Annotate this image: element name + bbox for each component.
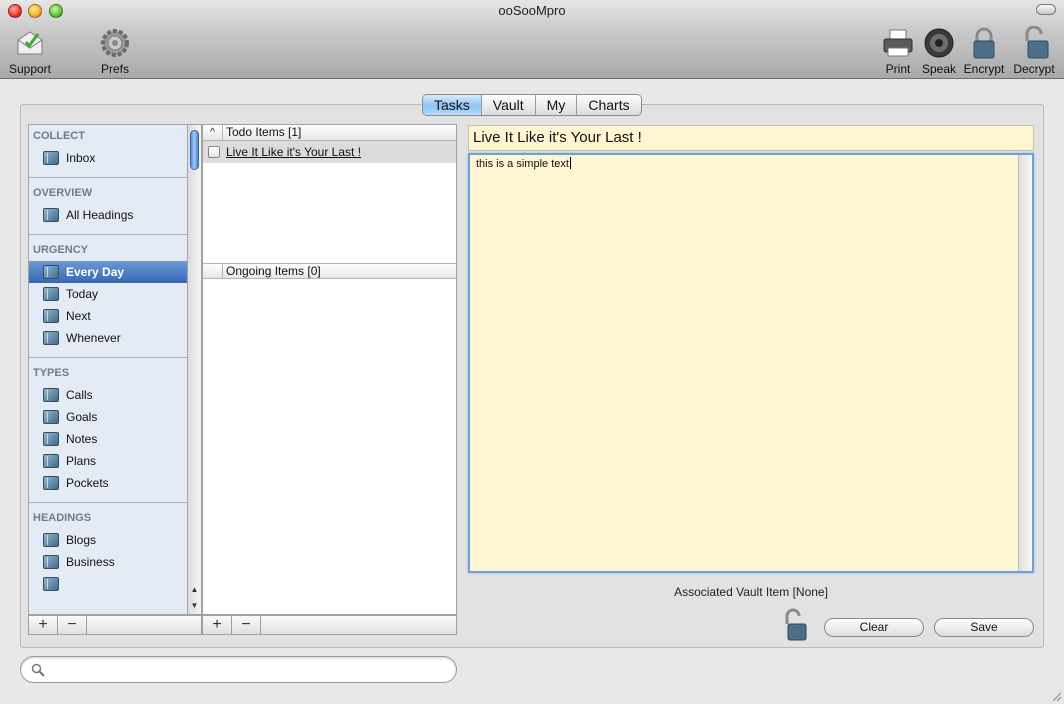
divider — [29, 177, 187, 178]
notebook-icon — [43, 533, 59, 547]
add-task-button[interactable]: + — [203, 616, 232, 634]
notebook-icon — [43, 555, 59, 569]
decrypt-button[interactable]: Decrypt — [1011, 25, 1057, 76]
tasklist-bottom-bar: + − — [202, 615, 457, 635]
sidebar-item-calls[interactable]: Calls — [29, 384, 187, 406]
divider — [29, 502, 187, 503]
scroll-down-arrow-icon[interactable]: ▼ — [188, 599, 201, 612]
notebook-icon — [43, 454, 59, 468]
notebook-icon — [43, 151, 59, 165]
sidebar-scrollbar[interactable]: ▲ ▼ — [188, 124, 202, 615]
save-button[interactable]: Save — [934, 618, 1034, 637]
lock-closed-icon — [966, 26, 1002, 60]
group-header-headings: HEADINGS — [33, 512, 92, 524]
printer-icon — [880, 26, 916, 60]
group-header-types: TYPES — [33, 367, 70, 379]
notebook-icon — [43, 476, 59, 490]
todo-header[interactable]: ^ Todo Items [1] — [203, 125, 456, 141]
notebook-icon — [43, 388, 59, 402]
list-item[interactable]: Live It Like it's Your Last ! — [203, 141, 456, 163]
notebook-icon — [43, 432, 59, 446]
sidebar-item-pockets[interactable]: Pockets — [29, 472, 187, 494]
notebook-icon — [43, 265, 59, 279]
sidebar-item-notes[interactable]: Notes — [29, 428, 187, 450]
sidebar-item-inbox[interactable]: Inbox — [29, 147, 187, 169]
remove-task-button[interactable]: − — [232, 616, 261, 634]
vault-lock-icon[interactable] — [782, 608, 808, 642]
speak-button[interactable]: Speak — [920, 26, 958, 76]
associated-vault-label: Associated Vault Item [None] — [674, 585, 828, 599]
ongoing-header[interactable]: Ongoing Items [0] — [203, 263, 456, 279]
sidebar-item-whenever[interactable]: Whenever — [29, 327, 187, 349]
print-button[interactable]: Print — [880, 26, 916, 76]
tab-charts[interactable]: Charts — [577, 95, 640, 115]
note-scrollbar[interactable] — [1018, 155, 1032, 571]
resize-grip-icon[interactable] — [1050, 690, 1062, 702]
sidebar-item-partial[interactable] — [29, 573, 187, 595]
encrypt-button[interactable]: Encrypt — [962, 26, 1006, 76]
notebook-icon — [43, 331, 59, 345]
speaker-icon — [921, 26, 957, 60]
clear-button[interactable]: Clear — [824, 618, 924, 637]
note-body-text: this is a simple text — [476, 158, 569, 170]
sidebar: COLLECT Inbox OVERVIEW All Headings URGE… — [28, 124, 188, 615]
scrollbar-thumb[interactable] — [190, 130, 199, 170]
divider — [29, 234, 187, 235]
search-input[interactable] — [51, 661, 446, 679]
tab-vault[interactable]: Vault — [482, 95, 536, 115]
view-tabs: Tasks Vault My Charts — [422, 94, 642, 116]
notebook-icon — [43, 208, 59, 222]
sidebar-item-all-headings[interactable]: All Headings — [29, 204, 187, 226]
sort-caret-icon[interactable]: ^ — [203, 125, 223, 140]
notebook-icon — [43, 410, 59, 424]
task-list: ^ Todo Items [1] Live It Like it's Your … — [202, 124, 457, 615]
search-field[interactable] — [20, 656, 457, 683]
tab-my[interactable]: My — [536, 95, 578, 115]
task-checkbox[interactable] — [208, 146, 220, 158]
scroll-up-arrow-icon[interactable]: ▲ — [188, 583, 201, 596]
note-body-editor[interactable]: this is a simple text — [468, 153, 1034, 573]
sidebar-item-next[interactable]: Next — [29, 305, 187, 327]
window-title: ooSooMpro — [498, 3, 566, 18]
divider — [29, 357, 187, 358]
group-header-overview: OVERVIEW — [33, 187, 93, 199]
tab-tasks[interactable]: Tasks — [423, 95, 482, 115]
sidebar-item-goals[interactable]: Goals — [29, 406, 187, 428]
add-category-button[interactable]: + — [29, 616, 58, 634]
sidebar-item-business[interactable]: Business — [29, 551, 187, 573]
sidebar-item-every-day[interactable]: Every Day — [29, 261, 187, 283]
sidebar-item-plans[interactable]: Plans — [29, 450, 187, 472]
sidebar-item-blogs[interactable]: Blogs — [29, 529, 187, 551]
column-spacer — [203, 264, 223, 279]
gear-icon — [97, 26, 133, 60]
notebook-icon — [43, 309, 59, 323]
prefs-button[interactable]: Prefs — [96, 26, 134, 76]
sidebar-bottom-bar: + − — [28, 615, 202, 635]
remove-category-button[interactable]: − — [58, 616, 87, 634]
support-icon — [12, 26, 48, 60]
notebook-icon — [43, 577, 59, 591]
window-toolbar: ooSooMpro Support Prefs Print Speak Encr… — [0, 0, 1064, 79]
group-header-urgency: URGENCY — [33, 244, 89, 256]
search-icon — [31, 663, 45, 677]
sidebar-item-today[interactable]: Today — [29, 283, 187, 305]
note-title-field[interactable]: Live It Like it's Your Last ! — [468, 125, 1034, 151]
group-header-collect: COLLECT — [33, 130, 85, 142]
notebook-icon — [43, 287, 59, 301]
toolbar-toggle-button[interactable] — [1036, 4, 1056, 15]
lock-open-icon — [1016, 25, 1052, 60]
support-button[interactable]: Support — [8, 26, 52, 76]
